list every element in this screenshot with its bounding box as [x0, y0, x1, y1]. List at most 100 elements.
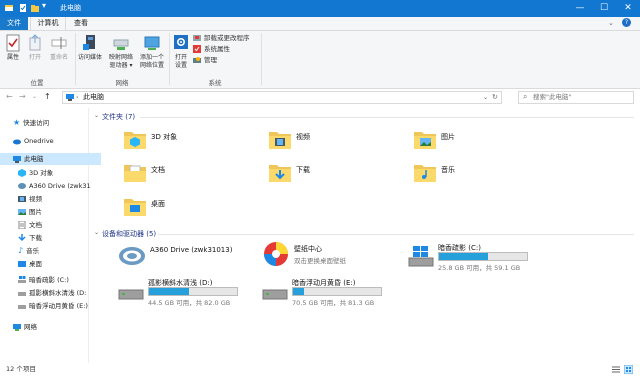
nav-item-drive-d[interactable]: 孤影横斜水清浅 (D:: [0, 287, 106, 299]
ribbon-tabs: 文件 计算机 查看 ⌄ ?: [0, 17, 640, 31]
open-button[interactable]: 打开: [25, 34, 45, 62]
drive-usage-bar: [438, 252, 528, 261]
nav-item-label: 暗香疏影 (C:): [29, 276, 69, 284]
folder-icon: [414, 165, 436, 182]
search-placeholder: 搜索"此电脑": [533, 93, 572, 101]
search-input[interactable]: ⌕ 搜索"此电脑": [518, 91, 634, 104]
nav-item-videos[interactable]: 视频: [0, 193, 106, 205]
maximize-button[interactable]: ☐: [592, 0, 616, 17]
drive-a360[interactable]: A360 Drive (zwk31013): [118, 242, 258, 270]
drive-d[interactable]: 孤影横斜水清浅 (D:) 44.5 GB 可用，共 82.0 GB: [118, 278, 258, 310]
location-group-label: 位置: [30, 79, 44, 87]
app-icon: [5, 5, 13, 11]
nav-item-documents[interactable]: 文档: [0, 219, 106, 231]
network-location-icon: [144, 36, 160, 50]
nav-item-desktop[interactable]: 桌面: [0, 258, 106, 270]
tab-view[interactable]: 查看: [66, 17, 96, 30]
nav-quick-access-label: 快速访问: [23, 119, 50, 127]
new-folder-quick-icon[interactable]: [30, 3, 40, 13]
breadcrumb-separator-icon: ›: [76, 94, 79, 101]
properties-quick-icon[interactable]: [18, 3, 28, 13]
properties-label: 属性: [6, 54, 19, 61]
drive-usage-bar: [292, 287, 382, 296]
folder-label: 文档: [151, 166, 165, 174]
folders-section-header[interactable]: 文件夹 (7): [102, 112, 135, 122]
nav-item-drive-c[interactable]: 暗香疏影 (C:): [0, 274, 106, 286]
folder-icon: [269, 132, 291, 149]
nav-network-label: 网络: [24, 323, 37, 331]
folder-icon: [414, 132, 436, 149]
window-title: 此电脑: [60, 4, 81, 12]
up-arrow-icon[interactable]: ↑: [44, 92, 51, 101]
wallpaper-center[interactable]: 壁纸中心 双击更换桌面壁纸: [262, 240, 402, 270]
ribbon-expand-icon[interactable]: ⌄: [608, 19, 614, 27]
access-media-button[interactable]: 访问媒体: [77, 34, 103, 62]
nav-onedrive-label: Onedrive: [24, 137, 54, 145]
nav-this-pc[interactable]: 此电脑: [0, 153, 101, 165]
network-group-label: 网络: [115, 79, 129, 87]
minimize-button[interactable]: —: [568, 0, 592, 17]
breadcrumb-this-pc[interactable]: 此电脑: [83, 92, 104, 103]
video-icon: [18, 196, 26, 202]
close-button[interactable]: ✕: [616, 0, 640, 17]
refresh-icon[interactable]: ↻: [492, 92, 498, 103]
nav-item-3d-objects[interactable]: 3D 对象: [0, 167, 106, 179]
nav-onedrive[interactable]: Onedrive: [0, 135, 101, 147]
folder-label: 桌面: [151, 200, 165, 208]
manage-item[interactable]: 管理: [193, 56, 217, 65]
system-properties-item[interactable]: 系统属性: [193, 45, 230, 54]
status-bar: 12 个项目: [0, 363, 640, 376]
wallpaper-center-icon: [264, 242, 288, 266]
drives-collapse-icon[interactable]: ⌄: [94, 229, 99, 236]
nav-quick-access[interactable]: ★ 快速访问: [0, 117, 101, 129]
drive-subtitle: 25.8 GB 可用，共 59.1 GB: [438, 264, 521, 272]
nav-item-drive-e[interactable]: 暗香浮动月黄昏 (E:): [0, 300, 106, 312]
nav-item-pictures[interactable]: 图片: [0, 206, 106, 218]
nav-network[interactable]: 网络: [0, 321, 101, 333]
drive-c[interactable]: 暗香疏影 (C:) 25.8 GB 可用，共 59.1 GB: [408, 240, 538, 272]
settings-icon: [174, 35, 188, 49]
nav-this-pc-label: 此电脑: [24, 155, 44, 163]
nav-item-label: 暗香浮动月黄昏 (E:): [29, 302, 88, 310]
drives-section-header[interactable]: 设备和驱动器 (5): [102, 229, 156, 239]
folders-collapse-icon[interactable]: ⌄: [94, 112, 99, 119]
open-label: 打开: [28, 54, 41, 61]
folder-label: 下载: [296, 166, 310, 174]
back-arrow-icon[interactable]: ←: [6, 92, 13, 101]
add-network-location-button[interactable]: 添加一个 网络位置: [137, 34, 167, 70]
nav-item-downloads[interactable]: 下载: [0, 232, 106, 244]
computer-icon: [66, 94, 74, 101]
nav-item-music[interactable]: ♪ 音乐: [0, 245, 106, 257]
cloud-icon: [13, 139, 21, 145]
details-view-icon[interactable]: [612, 366, 620, 373]
open-settings-button[interactable]: 打开 设置: [171, 34, 191, 70]
nav-item-a360[interactable]: A360 Drive (zwk31: [0, 180, 106, 192]
help-icon[interactable]: ?: [622, 18, 631, 27]
tab-file[interactable]: 文件: [0, 17, 28, 30]
customize-quick-access-icon[interactable]: ▾: [42, 1, 52, 11]
network-icon: [13, 324, 21, 331]
address-box[interactable]: › 此电脑 ⌄ ↻: [62, 91, 502, 104]
folder-label: 音乐: [441, 166, 455, 174]
address-dropdown-icon[interactable]: ⌄: [483, 92, 488, 103]
manage-icon: [193, 57, 201, 63]
windows-drive-icon: [408, 246, 434, 267]
tab-computer[interactable]: 计算机: [30, 17, 66, 30]
large-icons-view-icon[interactable]: [624, 365, 633, 374]
properties-button[interactable]: 属性: [3, 34, 23, 62]
nav-item-label: 3D 对象: [29, 169, 54, 177]
recent-locations-icon[interactable]: ⌄: [32, 93, 37, 100]
add-location-label-2: 网络位置: [139, 62, 164, 69]
map-network-drive-button[interactable]: 映射网络 驱动器 ▾: [105, 34, 137, 70]
forward-arrow-icon[interactable]: →: [19, 92, 26, 101]
uninstall-icon: [193, 35, 201, 41]
folder-icon: [124, 165, 146, 182]
map-drive-label-2: 驱动器: [109, 62, 128, 69]
rename-button[interactable]: 重命名: [47, 34, 71, 62]
nav-item-label: 图片: [29, 208, 42, 216]
map-drive-label-1: 映射网络: [108, 54, 133, 61]
folder-icon: [269, 165, 291, 182]
drive-e[interactable]: 暗香浮动月黄昏 (E:) 70.5 GB 可用，共 81.3 GB: [262, 278, 402, 310]
title-bar: ▾ 此电脑 — ☐ ✕: [0, 0, 640, 17]
uninstall-program-item[interactable]: 卸载或更改程序: [193, 34, 250, 43]
